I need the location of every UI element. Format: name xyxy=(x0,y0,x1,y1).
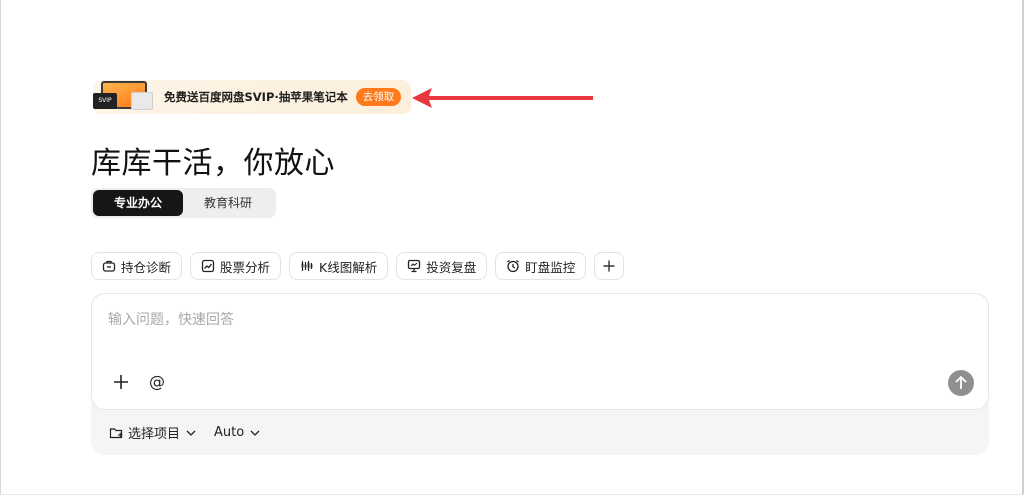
chip-kline-analysis[interactable]: K线图解析 xyxy=(289,252,389,280)
tab-professional-office[interactable]: 专业办公 xyxy=(93,190,183,216)
chat-input-area: @ xyxy=(91,293,989,410)
claim-button[interactable]: 去领取 xyxy=(355,88,402,106)
presentation-icon xyxy=(408,259,421,273)
chip-position-diagnosis[interactable]: 持仓诊断 xyxy=(91,252,183,280)
mention-button[interactable]: @ xyxy=(147,372,167,392)
chip-label: K线图解析 xyxy=(319,259,378,275)
briefcase-icon xyxy=(102,260,116,272)
chip-investment-review[interactable]: 投资复盘 xyxy=(396,252,488,280)
project-select[interactable]: 选择项目 xyxy=(109,423,196,442)
add-attachment-button[interactable] xyxy=(111,372,131,392)
window-edge-left xyxy=(0,0,1,495)
tab-education-research[interactable]: 教育科研 xyxy=(183,190,273,216)
arrow-up-icon xyxy=(955,375,967,389)
question-input[interactable] xyxy=(106,306,970,334)
card-graphic xyxy=(131,92,153,110)
model-select[interactable]: Auto xyxy=(214,425,260,440)
folder-icon xyxy=(109,427,123,438)
annotation-arrow xyxy=(412,88,593,108)
send-button[interactable] xyxy=(948,370,974,396)
input-footer: 选择项目 Auto xyxy=(109,423,278,442)
project-select-label: 选择项目 xyxy=(128,427,181,442)
plus-icon xyxy=(603,260,615,272)
promo-banner[interactable]: SVIP 免费送百度网盘SVIP·抽苹果笔记本 去领取 xyxy=(93,80,411,114)
chip-label: 持仓诊断 xyxy=(121,259,172,275)
chevron-down-icon xyxy=(186,430,196,436)
chip-label: 股票分析 xyxy=(220,259,271,275)
candlestick-icon xyxy=(301,261,313,271)
chip-watch-monitor[interactable]: 盯盘监控 xyxy=(495,252,587,280)
chip-label: 投资复盘 xyxy=(426,259,477,275)
alarm-clock-icon xyxy=(507,259,520,273)
chat-input-card: @ 选择项目 Auto xyxy=(91,293,989,455)
add-chip-button[interactable] xyxy=(594,252,625,280)
svip-card-graphic: SVIP xyxy=(93,93,117,109)
chip-label: 盯盘监控 xyxy=(525,259,576,275)
promo-text: 免费送百度网盘SVIP·抽苹果笔记本 xyxy=(164,90,348,104)
chevron-down-icon xyxy=(250,430,260,436)
chart-icon xyxy=(201,259,215,273)
model-select-label: Auto xyxy=(214,425,245,440)
chip-stock-analysis[interactable]: 股票分析 xyxy=(190,252,282,280)
quick-action-chips: 持仓诊断 股票分析 K线图解析 投资复盘 盯盘监控 xyxy=(91,252,625,280)
promo-laptop-illustration: SVIP xyxy=(93,80,157,114)
page-title: 库库干活，你放心 xyxy=(91,146,335,181)
mode-switch: 专业办公 教育科研 xyxy=(91,188,276,218)
